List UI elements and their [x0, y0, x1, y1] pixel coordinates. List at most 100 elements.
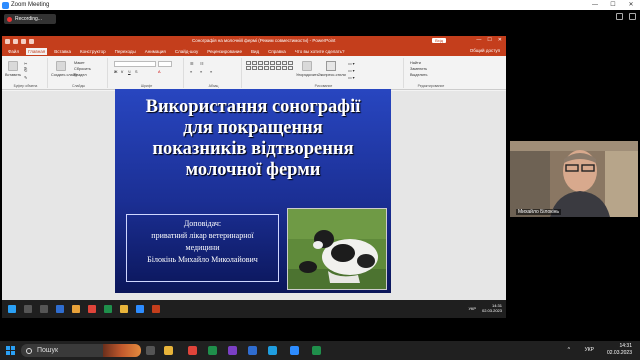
ppt-close-button[interactable]: ✕	[498, 37, 502, 43]
shapes-gallery[interactable]	[246, 61, 293, 70]
slide-title-line: Використання сонографії	[145, 97, 361, 117]
tab-transitions[interactable]: Переходы	[113, 48, 138, 55]
remote-search-icon[interactable]	[24, 305, 32, 313]
taskview-icon[interactable]	[146, 346, 155, 355]
word-icon[interactable]	[248, 346, 257, 355]
app-icon[interactable]	[312, 346, 321, 355]
share-button[interactable]: Общий доступ	[470, 48, 500, 53]
close-button[interactable]: ✕	[622, 0, 640, 10]
excel-icon[interactable]	[208, 346, 217, 355]
redo-icon[interactable]	[21, 38, 26, 44]
replace-button[interactable]: Заменить	[410, 67, 427, 71]
italic-button[interactable]: К	[121, 70, 123, 74]
remote-clock[interactable]: 14:31 02.03.2023	[482, 303, 502, 313]
quick-styles-button[interactable]: Экспресс-стили	[318, 73, 346, 77]
ppt-maximize-button[interactable]: ☐	[487, 37, 491, 43]
undo-icon[interactable]	[13, 38, 18, 44]
tab-insert[interactable]: Вставка	[52, 48, 73, 55]
underline-button[interactable]: Ч	[128, 70, 131, 74]
section-button[interactable]: Раздел	[74, 73, 87, 77]
tab-slideshow[interactable]: Слайд-шоу	[173, 48, 200, 55]
minimize-button[interactable]: —	[586, 0, 604, 10]
signin-button[interactable]: Вхід	[432, 38, 446, 43]
cut-button[interactable]: ✂	[24, 61, 27, 66]
paste-icon[interactable]	[8, 61, 18, 71]
participant-video-frame	[510, 141, 638, 217]
tab-file[interactable]: Файл	[6, 48, 21, 55]
save-icon[interactable]	[5, 38, 10, 44]
quick-styles-icon[interactable]	[326, 61, 336, 71]
speaker-line: Білокінь Михайло Миколайович	[147, 255, 258, 264]
taskbar-search[interactable]: Пошук	[21, 344, 141, 357]
tray-chevron-icon[interactable]: ^	[568, 347, 570, 353]
taskbar-time: 14:31	[619, 343, 632, 349]
info-icon[interactable]	[616, 13, 623, 20]
tab-animations[interactable]: Анимация	[143, 48, 168, 55]
select-button[interactable]: Выделить	[410, 73, 428, 77]
layout-button[interactable]: Макет	[74, 61, 85, 65]
remote-taskview-icon[interactable]	[40, 305, 48, 313]
drawing-group: Упорядочить Экспресс-стили ▭ ▾ ▭ ▾ ▭ ▾ Р…	[244, 58, 404, 88]
speaker-line: приватний лікар ветеринарної	[151, 231, 254, 240]
tab-design[interactable]: Конструктор	[78, 48, 108, 55]
zoom-app-icon[interactable]	[290, 346, 299, 355]
participant-video[interactable]: Михайло Білокінь	[510, 141, 638, 217]
numbering-button[interactable]: ☷	[200, 61, 203, 66]
windows-taskbar: Пошук ^ УКР 14:31 02.03.2023	[0, 341, 640, 360]
reset-button[interactable]: Сбросить	[74, 67, 91, 71]
remote-powerpoint-icon[interactable]	[152, 305, 160, 313]
maximize-button[interactable]: ☐	[604, 0, 622, 10]
remote-word-icon[interactable]	[56, 305, 64, 313]
remote-folder-icon[interactable]	[120, 305, 128, 313]
taskbar-clock[interactable]: 14:31 02.03.2023	[607, 343, 632, 357]
bold-button[interactable]: Ж	[114, 70, 117, 74]
viber-icon[interactable]	[228, 346, 237, 355]
align-right-button[interactable]: ≡	[210, 70, 212, 74]
start-button[interactable]	[6, 346, 15, 355]
taskbar-lang[interactable]: УКР	[585, 347, 594, 353]
zoom-titlebar: Zoom Meeting — ☐ ✕	[0, 0, 640, 10]
arrange-icon[interactable]	[302, 61, 312, 71]
shape-effects-button[interactable]: ▭ ▾	[348, 75, 355, 80]
remote-explorer-icon[interactable]	[72, 305, 80, 313]
remote-start-icon[interactable]	[8, 305, 16, 313]
current-slide[interactable]: Використання сонографії для покращення п…	[115, 89, 391, 293]
cow-photo[interactable]	[287, 208, 387, 290]
remote-chrome-icon[interactable]	[88, 305, 96, 313]
align-center-button[interactable]: ≡	[200, 70, 202, 74]
format-painter-button[interactable]: ✎	[24, 75, 27, 80]
arrange-button[interactable]: Упорядочить	[296, 73, 319, 77]
edge-icon[interactable]	[268, 346, 277, 355]
align-left-button[interactable]: ≡	[190, 70, 192, 74]
view-icon[interactable]	[629, 13, 636, 20]
recording-indicator[interactable]: Recording...	[4, 14, 56, 24]
bullets-button[interactable]: ☰	[190, 61, 193, 66]
copy-button[interactable]: ⎘	[24, 68, 27, 72]
slide-title[interactable]: Використання сонографії для покращення п…	[115, 97, 391, 181]
font-color-button[interactable]: A	[158, 70, 161, 74]
ppt-titlebar: Сонографія на молочній фермі (Режим совм…	[2, 36, 506, 46]
tab-view[interactable]: Вид	[249, 48, 261, 55]
paste-button[interactable]: Вставить	[5, 73, 21, 77]
ppt-minimize-button[interactable]: —	[476, 37, 481, 43]
shared-powerpoint-window: Сонографія на молочній фермі (Режим совм…	[2, 36, 506, 318]
remote-app-icon[interactable]	[104, 305, 112, 313]
shape-fill-button[interactable]: ▭ ▾	[348, 61, 355, 66]
new-slide-icon[interactable]	[56, 61, 66, 71]
clipboard-group: Вставить ✂ ⎘ ✎ Буфер обмена	[4, 58, 48, 88]
explorer-icon[interactable]	[164, 346, 173, 355]
speaker-textbox[interactable]: Доповідач: приватний лікар ветеринарної …	[126, 214, 279, 282]
tell-me-search[interactable]: Что вы хотите сделать?	[293, 48, 347, 55]
tab-home[interactable]: Главная	[26, 47, 48, 55]
chrome-icon[interactable]	[188, 346, 197, 355]
shape-outline-button[interactable]: ▭ ▾	[348, 68, 355, 73]
font-size-select[interactable]	[158, 61, 172, 67]
find-button[interactable]: Найти	[410, 61, 421, 65]
remote-lang[interactable]: УКР	[468, 306, 476, 311]
tab-review[interactable]: Рецензирование	[205, 48, 244, 55]
slideshow-icon[interactable]	[29, 38, 34, 44]
shadow-button[interactable]: S	[135, 70, 138, 74]
remote-zoom-icon[interactable]	[136, 305, 144, 313]
tab-help[interactable]: Справка	[266, 48, 288, 55]
font-name-select[interactable]	[114, 61, 156, 67]
